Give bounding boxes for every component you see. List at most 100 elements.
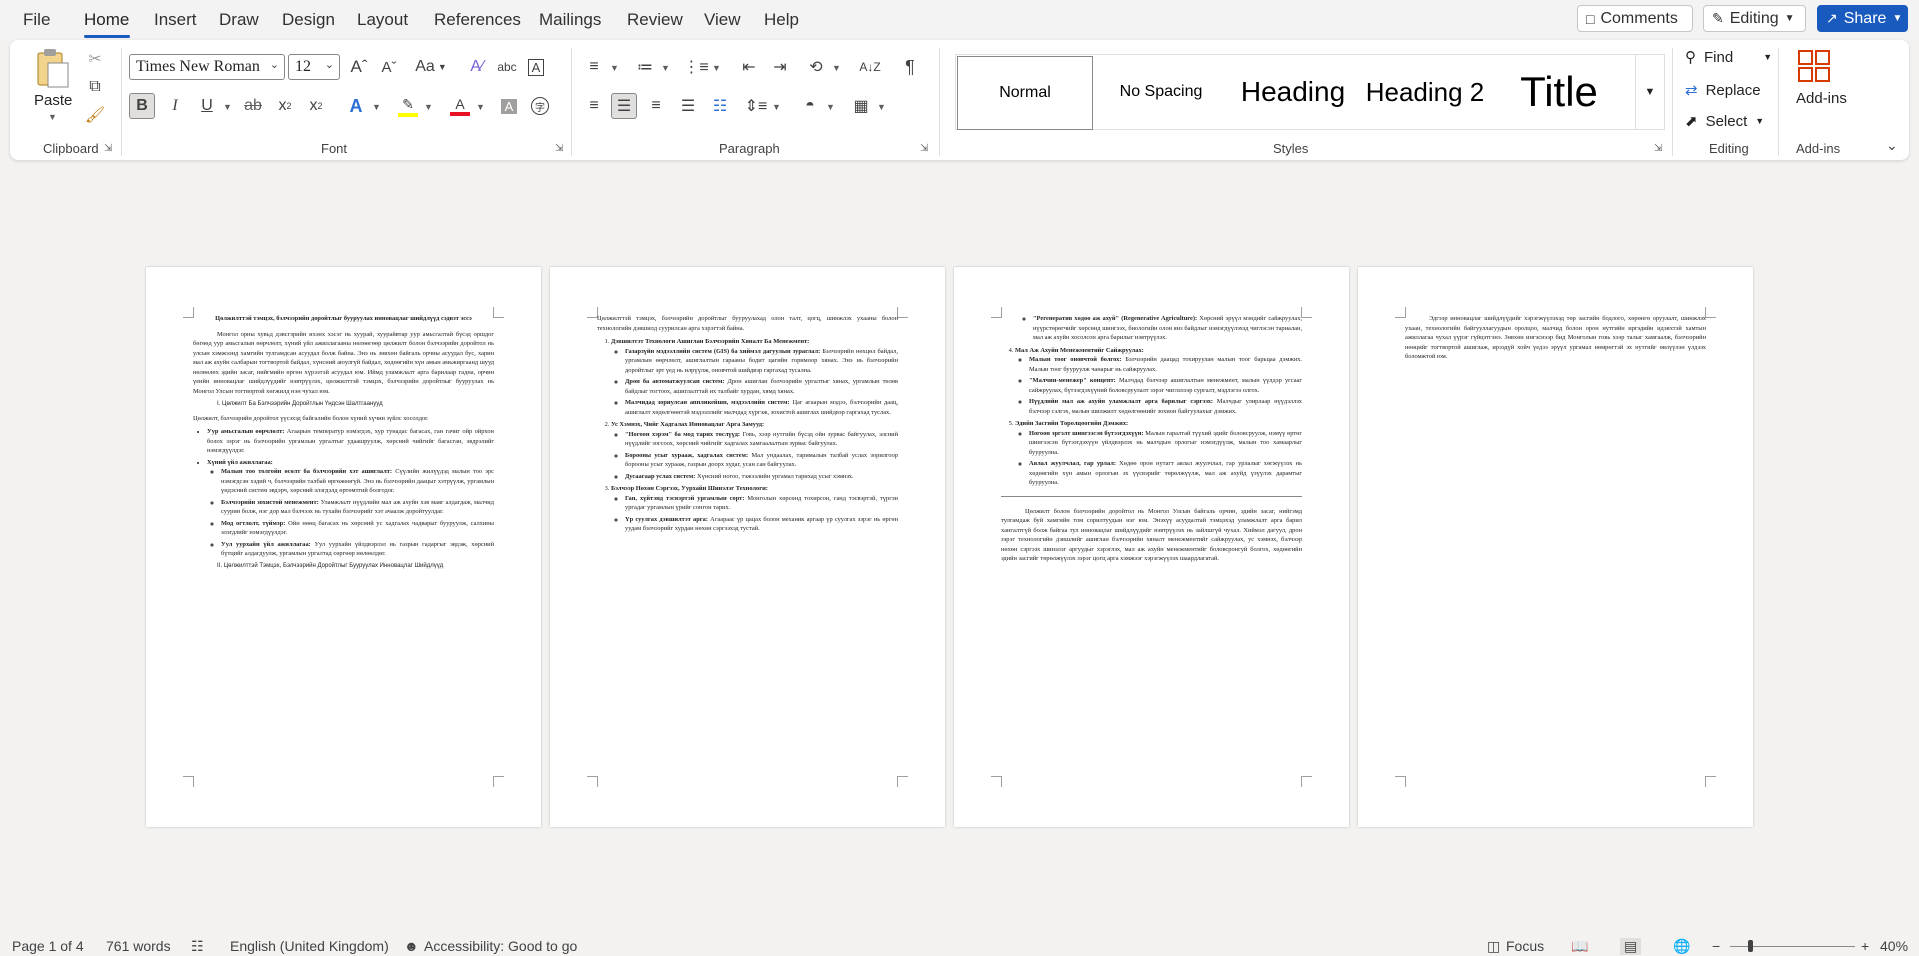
menu-file[interactable]: File: [23, 10, 50, 30]
borders-icon[interactable]: ▦: [848, 93, 874, 119]
replace-button[interactable]: ⇄ Replace: [1685, 78, 1761, 102]
align-right-icon[interactable]: ≡: [643, 93, 669, 119]
document-page-1[interactable]: Цөлжилттэй тэмцэх, бэлчээрийн доройтлыг …: [146, 267, 541, 827]
enclose-characters-icon[interactable]: 字: [527, 93, 553, 119]
text-effects-dropdown-icon[interactable]: ▼: [372, 102, 381, 112]
distributed-icon[interactable]: ☷: [707, 93, 733, 119]
menu-review[interactable]: Review: [627, 10, 683, 30]
menu-insert[interactable]: Insert: [154, 10, 197, 30]
clipboard-launcher-icon[interactable]: ⇲: [104, 143, 112, 154]
clear-formatting-icon[interactable]: A∕: [465, 54, 489, 80]
styles-more-icon[interactable]: ▼: [1635, 55, 1664, 129]
highlight-dropdown-icon[interactable]: ▼: [424, 102, 433, 112]
zoom-slider[interactable]: [1730, 940, 1855, 952]
menu-mailings[interactable]: Mailings: [539, 10, 601, 30]
borders-dropdown-icon[interactable]: ▼: [877, 102, 886, 112]
superscript-icon[interactable]: x2: [303, 93, 329, 119]
paste-dropdown-icon[interactable]: ▼: [48, 112, 57, 122]
menu-home[interactable]: Home: [84, 10, 129, 30]
page-count[interactable]: Page 1 of 4: [12, 938, 84, 954]
font-size-field[interactable]: 12 ⌄: [288, 54, 340, 80]
line-spacing-dropdown-icon[interactable]: ▼: [772, 102, 781, 112]
text-direction-dropdown-icon[interactable]: ▼: [832, 63, 841, 73]
web-layout-icon[interactable]: 🌐: [1673, 938, 1690, 955]
increase-indent-icon[interactable]: ⇥: [767, 54, 793, 80]
multilevel-dropdown-icon[interactable]: ▼: [712, 63, 721, 73]
decrease-indent-icon[interactable]: ⇤: [736, 54, 762, 80]
menu-references[interactable]: References: [434, 10, 521, 30]
add-ins-icon[interactable]: [1794, 46, 1834, 86]
text-effects-icon[interactable]: A: [343, 93, 369, 119]
underline-dropdown-icon[interactable]: ▼: [223, 102, 232, 112]
character-border-icon[interactable]: A: [524, 54, 548, 80]
align-left-icon[interactable]: ≡: [581, 93, 607, 119]
shrink-font-icon[interactable]: Aˇ: [377, 54, 401, 80]
paste-label[interactable]: Paste: [34, 92, 72, 109]
style-no-spacing[interactable]: No Spacing: [1096, 56, 1226, 128]
document-page-4[interactable]: Эдгээр инновацлаг шийдлүүдийг хэрэгжүүлэ…: [1358, 267, 1753, 827]
select-button[interactable]: ⬈ Select ▼: [1685, 109, 1764, 133]
find-button[interactable]: ⚲ Find ▼: [1685, 45, 1772, 69]
shading-icon[interactable]: ◓: [797, 93, 823, 119]
print-layout-icon[interactable]: ▤: [1620, 938, 1642, 955]
line-spacing-icon[interactable]: ⇕≡: [743, 93, 769, 119]
italic-icon[interactable]: I: [162, 93, 188, 119]
accessibility-status[interactable]: Accessibility: Good to go: [424, 938, 577, 954]
collapse-ribbon-icon[interactable]: ⌄: [1886, 137, 1898, 154]
style-normal[interactable]: Normal: [957, 56, 1093, 130]
style-title[interactable]: Title: [1492, 56, 1626, 128]
comments-button[interactable]: □ Comments: [1577, 5, 1693, 32]
shading-dropdown-icon[interactable]: ▼: [826, 102, 835, 112]
menu-layout[interactable]: Layout: [357, 10, 408, 30]
change-case-icon[interactable]: Aa ▼: [412, 54, 450, 80]
zoom-slider-thumb[interactable]: [1748, 940, 1753, 952]
style-heading-2[interactable]: Heading 2: [1360, 56, 1490, 128]
text-direction-icon[interactable]: ⟲: [803, 54, 829, 80]
font-color-dropdown-icon[interactable]: ▼: [476, 102, 485, 112]
paragraph-launcher-icon[interactable]: ⇲: [920, 143, 928, 154]
zoom-in-icon[interactable]: +: [1861, 938, 1869, 954]
read-mode-icon[interactable]: 📖: [1571, 938, 1588, 955]
styles-launcher-icon[interactable]: ⇲: [1654, 143, 1662, 154]
show-formatting-marks-icon[interactable]: ¶: [897, 54, 923, 80]
font-color-icon[interactable]: A: [447, 93, 473, 119]
phonetic-guide-icon[interactable]: abc: [495, 54, 519, 80]
subscript-icon[interactable]: x2: [272, 93, 298, 119]
document-page-2[interactable]: Цөлжилттэй тэмцэх, бэлчээрийн доройтлыг …: [550, 267, 945, 827]
bullets-icon[interactable]: ≡: [581, 54, 607, 80]
bold-icon[interactable]: B: [129, 93, 155, 119]
font-name-field[interactable]: Times New Roman ⌄: [129, 54, 285, 80]
cut-icon[interactable]: ✂: [83, 48, 107, 70]
multilevel-list-icon[interactable]: ⋮≡: [683, 54, 709, 80]
language-indicator[interactable]: English (United Kingdom): [230, 938, 389, 954]
style-heading[interactable]: Heading: [1228, 56, 1358, 128]
zoom-level[interactable]: 40%: [1880, 938, 1908, 954]
share-button[interactable]: ↗ Share ▼: [1817, 5, 1908, 32]
sort-icon[interactable]: A↓Z: [857, 54, 883, 80]
word-count[interactable]: 761 words: [106, 938, 171, 954]
document-page-3[interactable]: "Регенератив хөдөө аж ахуй" (Regenerativ…: [954, 267, 1349, 827]
numbering-icon[interactable]: ≔: [632, 54, 658, 80]
menu-draw[interactable]: Draw: [219, 10, 259, 30]
grow-font-icon[interactable]: Aˆ: [347, 54, 371, 80]
focus-button[interactable]: Focus: [1506, 938, 1544, 954]
strikethrough-icon[interactable]: ab: [240, 93, 266, 119]
numbering-dropdown-icon[interactable]: ▼: [661, 63, 670, 73]
copy-icon[interactable]: ⧉: [83, 76, 107, 98]
paste-icon[interactable]: [32, 46, 72, 90]
proofing-icon[interactable]: ☷: [191, 938, 204, 955]
menu-help[interactable]: Help: [764, 10, 799, 30]
character-shading-icon[interactable]: A: [496, 93, 522, 119]
add-ins-button-label[interactable]: Add-ins: [1796, 90, 1847, 107]
underline-icon[interactable]: U: [194, 93, 220, 119]
format-painter-icon[interactable]: 🖌: [83, 104, 107, 126]
menu-view[interactable]: View: [704, 10, 741, 30]
font-launcher-icon[interactable]: ⇲: [555, 143, 563, 154]
highlight-icon[interactable]: ✎: [395, 93, 421, 119]
align-center-icon[interactable]: ☰: [611, 93, 637, 119]
zoom-out-icon[interactable]: −: [1712, 938, 1720, 954]
editing-mode-button[interactable]: ✎ Editing ▼: [1703, 5, 1806, 32]
justify-icon[interactable]: ☰: [675, 93, 701, 119]
menu-design[interactable]: Design: [282, 10, 335, 30]
bullets-dropdown-icon[interactable]: ▼: [610, 63, 619, 73]
